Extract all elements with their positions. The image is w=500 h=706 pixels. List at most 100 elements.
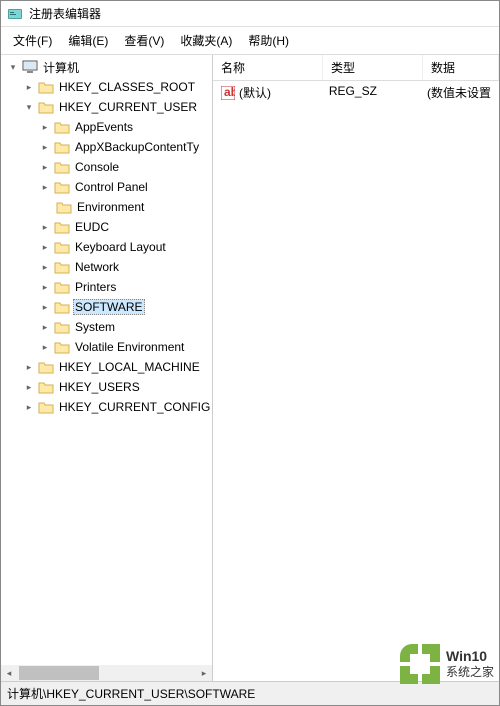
node-label: Keyboard Layout xyxy=(73,239,168,255)
chevron-right-icon[interactable]: ▸ xyxy=(23,401,35,413)
chevron-right-icon[interactable]: ▸ xyxy=(39,181,51,193)
node-label: HKEY_USERS xyxy=(57,379,142,395)
tree-root-computer[interactable]: ▾ 计算机 xyxy=(3,57,212,77)
reg-string-icon: ab xyxy=(221,86,235,100)
computer-icon xyxy=(22,60,38,74)
tree-hkey-classes-root[interactable]: ▸ HKEY_CLASSES_ROOT xyxy=(3,77,212,97)
chevron-right-icon[interactable]: ▸ xyxy=(23,381,35,393)
tree-environment[interactable]: Environment xyxy=(3,197,212,217)
tree-eudc[interactable]: ▸ EUDC xyxy=(3,217,212,237)
chevron-down-icon[interactable]: ▾ xyxy=(23,101,35,113)
scroll-thumb[interactable] xyxy=(19,666,99,680)
chevron-down-icon[interactable]: ▾ xyxy=(7,61,19,73)
folder-icon xyxy=(38,400,54,414)
horizontal-scrollbar[interactable]: ◂ ▸ xyxy=(1,665,212,681)
node-label: Network xyxy=(73,259,121,275)
watermark-logo xyxy=(400,644,440,684)
node-label: EUDC xyxy=(73,219,111,235)
folder-icon xyxy=(54,160,70,174)
node-label: HKEY_CURRENT_USER xyxy=(57,99,199,115)
tree-console[interactable]: ▸ Console xyxy=(3,157,212,177)
node-label: Environment xyxy=(75,199,146,215)
list-row[interactable]: ab (默认) REG_SZ (数值未设置 xyxy=(213,81,499,104)
list-body[interactable]: ab (默认) REG_SZ (数值未设置 xyxy=(213,81,499,681)
folder-icon xyxy=(54,180,70,194)
node-label: HKEY_CURRENT_CONFIG xyxy=(57,399,212,415)
folder-icon xyxy=(38,380,54,394)
folder-open-icon xyxy=(38,100,54,114)
menu-view[interactable]: 查看(V) xyxy=(116,29,172,52)
tree-printers[interactable]: ▸ Printers xyxy=(3,277,212,297)
chevron-right-icon[interactable]: ▸ xyxy=(39,141,51,153)
list-header[interactable]: 名称 类型 数据 xyxy=(213,55,499,81)
tree-controlpanel[interactable]: ▸ Control Panel xyxy=(3,177,212,197)
folder-icon xyxy=(38,360,54,374)
folder-icon xyxy=(54,120,70,134)
tree-software[interactable]: ▸ SOFTWARE xyxy=(3,297,212,317)
tree[interactable]: ▾ 计算机 ▸ HKEY_CLASSES_ROOT ▾ HKEY_CURRENT… xyxy=(1,55,212,665)
node-label: Printers xyxy=(73,279,118,295)
menu-edit[interactable]: 编辑(E) xyxy=(60,29,116,52)
values-pane[interactable]: 名称 类型 数据 ab (默认) REG_SZ (数值未设置 xyxy=(213,55,499,681)
tree-hkey-current-config[interactable]: ▸ HKEY_CURRENT_CONFIG xyxy=(3,397,212,417)
chevron-right-icon[interactable]: ▸ xyxy=(39,301,51,313)
window-title: 注册表编辑器 xyxy=(29,5,101,22)
scroll-left-icon[interactable]: ◂ xyxy=(1,665,17,681)
chevron-right-icon[interactable]: ▸ xyxy=(39,221,51,233)
content-body: ▾ 计算机 ▸ HKEY_CLASSES_ROOT ▾ HKEY_CURRENT… xyxy=(1,55,499,681)
chevron-right-icon[interactable]: ▸ xyxy=(39,281,51,293)
folder-icon xyxy=(54,300,70,314)
chevron-right-icon[interactable]: ▸ xyxy=(39,341,51,353)
watermark-text: Win10 系统之家 xyxy=(446,648,494,679)
windows-icon xyxy=(408,652,432,676)
node-label: Console xyxy=(73,159,121,175)
registry-editor-window: 注册表编辑器 文件(F) 编辑(E) 查看(V) 收藏夹(A) 帮助(H) ▾ … xyxy=(0,0,500,706)
tree-hkey-users[interactable]: ▸ HKEY_USERS xyxy=(3,377,212,397)
node-label: SOFTWARE xyxy=(73,299,145,315)
watermark-line1: Win10 xyxy=(446,648,494,665)
chevron-right-icon[interactable]: ▸ xyxy=(23,361,35,373)
tree-hkey-local-machine[interactable]: ▸ HKEY_LOCAL_MACHINE xyxy=(3,357,212,377)
folder-icon xyxy=(54,280,70,294)
column-data[interactable]: 数据 xyxy=(423,55,499,80)
tree-keyboard[interactable]: ▸ Keyboard Layout xyxy=(3,237,212,257)
folder-icon xyxy=(54,260,70,274)
node-label: AppXBackupContentTy xyxy=(73,139,201,155)
scroll-right-icon[interactable]: ▸ xyxy=(196,665,212,681)
node-label: System xyxy=(73,319,117,335)
value-type: REG_SZ xyxy=(321,81,419,104)
tree-system[interactable]: ▸ System xyxy=(3,317,212,337)
value-data: (数值未设置 xyxy=(419,81,499,104)
node-label: HKEY_CLASSES_ROOT xyxy=(57,79,197,95)
node-label: 计算机 xyxy=(41,58,81,77)
chevron-right-icon[interactable]: ▸ xyxy=(39,321,51,333)
chevron-right-icon[interactable]: ▸ xyxy=(23,81,35,93)
tree-appevents[interactable]: ▸ AppEvents xyxy=(3,117,212,137)
folder-icon xyxy=(54,320,70,334)
status-path: 计算机\HKEY_CURRENT_USER\SOFTWARE xyxy=(7,687,255,701)
menu-help[interactable]: 帮助(H) xyxy=(240,29,297,52)
node-label: Volatile Environment xyxy=(73,339,186,355)
menubar: 文件(F) 编辑(E) 查看(V) 收藏夹(A) 帮助(H) xyxy=(1,27,499,54)
tree-hkey-current-user[interactable]: ▾ HKEY_CURRENT_USER xyxy=(3,97,212,117)
chevron-right-icon[interactable]: ▸ xyxy=(39,161,51,173)
tree-pane[interactable]: ▾ 计算机 ▸ HKEY_CLASSES_ROOT ▾ HKEY_CURRENT… xyxy=(1,55,213,681)
svg-text:ab: ab xyxy=(224,86,235,99)
tree-volatile[interactable]: ▸ Volatile Environment xyxy=(3,337,212,357)
menu-file[interactable]: 文件(F) xyxy=(5,29,60,52)
titlebar[interactable]: 注册表编辑器 xyxy=(1,1,499,27)
column-type[interactable]: 类型 xyxy=(323,55,423,80)
folder-icon xyxy=(54,340,70,354)
tree-network[interactable]: ▸ Network xyxy=(3,257,212,277)
chevron-right-icon[interactable]: ▸ xyxy=(39,121,51,133)
value-name-cell[interactable]: ab (默认) xyxy=(213,81,321,104)
folder-icon xyxy=(54,220,70,234)
column-name[interactable]: 名称 xyxy=(213,55,323,80)
tree-appxbackup[interactable]: ▸ AppXBackupContentTy xyxy=(3,137,212,157)
folder-icon xyxy=(54,240,70,254)
value-name: (默认) xyxy=(239,84,271,101)
chevron-right-icon[interactable]: ▸ xyxy=(39,261,51,273)
chevron-right-icon[interactable]: ▸ xyxy=(39,241,51,253)
app-icon xyxy=(7,6,23,22)
menu-favorites[interactable]: 收藏夹(A) xyxy=(172,29,240,52)
